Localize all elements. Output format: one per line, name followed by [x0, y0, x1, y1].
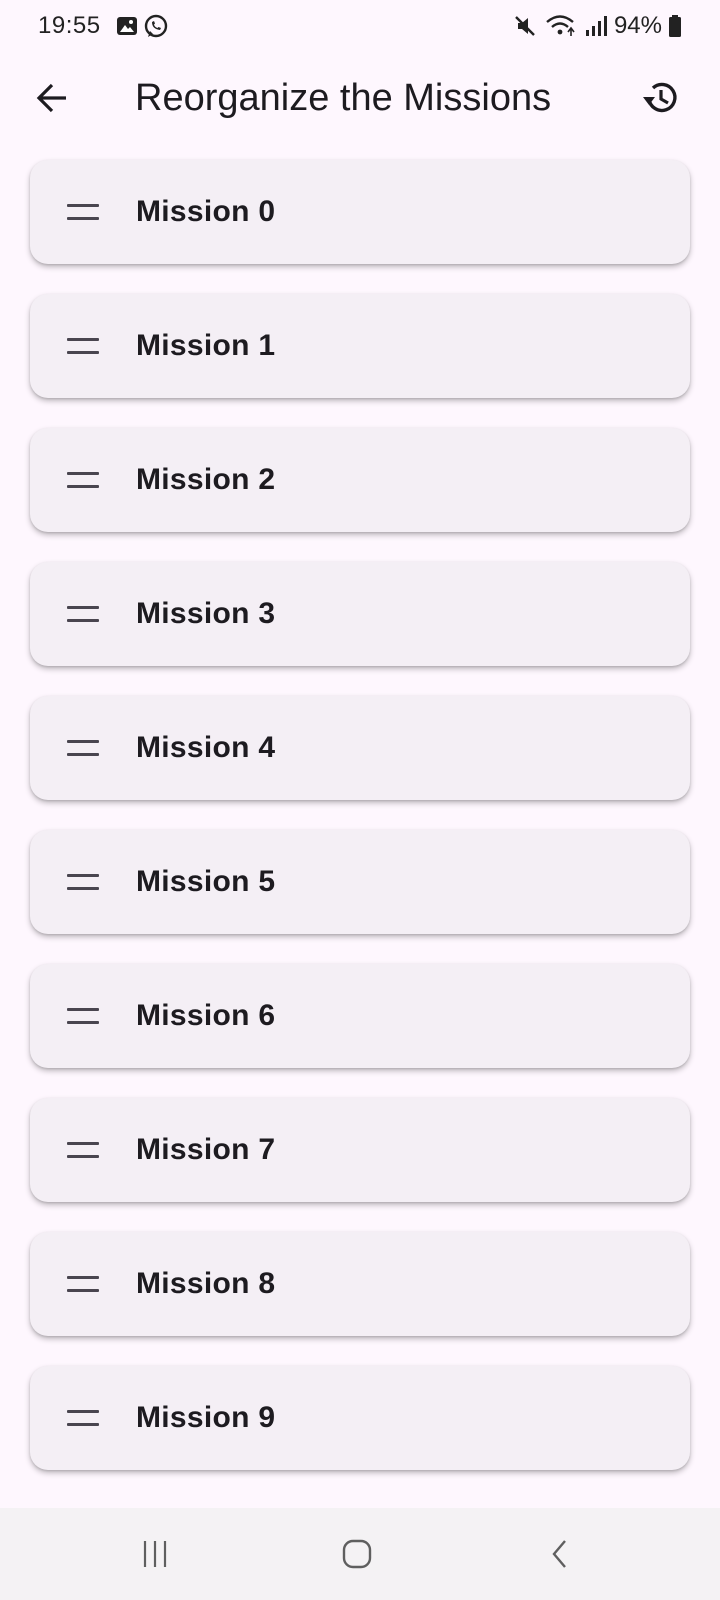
- page-title: Reorganize the Missions: [135, 77, 552, 119]
- mission-label: Mission 9: [136, 1401, 276, 1434]
- mission-label: Mission 7: [136, 1133, 276, 1166]
- nav-back-button[interactable]: [530, 1530, 590, 1578]
- mission-card[interactable]: Mission 4: [30, 696, 690, 800]
- drag-handle-icon[interactable]: [67, 740, 99, 756]
- drag-handle-icon[interactable]: [67, 1276, 99, 1292]
- system-nav-bar: [0, 1508, 720, 1600]
- home-button[interactable]: [327, 1530, 387, 1578]
- mission-label: Mission 3: [136, 597, 276, 630]
- mission-card[interactable]: Mission 8: [30, 1232, 690, 1336]
- drag-handle-icon[interactable]: [67, 472, 99, 488]
- recents-button[interactable]: [125, 1530, 185, 1578]
- mute-icon: [512, 13, 538, 39]
- drag-handle-icon[interactable]: [67, 1008, 99, 1024]
- mission-card[interactable]: Mission 6: [30, 964, 690, 1068]
- mission-label: Mission 2: [136, 463, 276, 496]
- status-time: 19:55: [38, 12, 101, 39]
- signal-icon: [584, 14, 608, 38]
- status-notification-icons: [115, 14, 169, 40]
- wifi-icon: [544, 13, 578, 39]
- mission-label: Mission 8: [136, 1267, 276, 1300]
- mission-card[interactable]: Mission 9: [30, 1366, 690, 1470]
- mission-list: Mission 0 Mission 1 Mission 2 Mission 3 …: [30, 160, 690, 1500]
- mission-card[interactable]: Mission 7: [30, 1098, 690, 1202]
- mission-label: Mission 4: [136, 731, 276, 764]
- mission-card[interactable]: Mission 3: [30, 562, 690, 666]
- back-icon: [549, 1538, 571, 1570]
- mission-card[interactable]: Mission 2: [30, 428, 690, 532]
- mission-card[interactable]: Mission 5: [30, 830, 690, 934]
- drag-handle-icon[interactable]: [67, 338, 99, 354]
- drag-handle-icon[interactable]: [67, 606, 99, 622]
- drag-handle-icon[interactable]: [67, 1410, 99, 1426]
- drag-handle-icon[interactable]: [67, 874, 99, 890]
- arrow-back-icon: [35, 81, 69, 115]
- history-button[interactable]: [636, 74, 684, 122]
- drag-handle-icon[interactable]: [67, 204, 99, 220]
- battery-icon: [668, 14, 682, 38]
- back-button[interactable]: [28, 74, 76, 122]
- drag-handle-icon[interactable]: [67, 1142, 99, 1158]
- mission-label: Mission 6: [136, 999, 276, 1032]
- recents-icon: [139, 1539, 171, 1569]
- status-system-icons: 94%: [512, 12, 682, 40]
- status-bar: 19:55 94%: [0, 0, 720, 56]
- gallery-icon: [115, 14, 139, 40]
- mission-card[interactable]: Mission 0: [30, 160, 690, 264]
- whatsapp-icon: [143, 14, 169, 40]
- history-icon: [640, 78, 680, 118]
- home-icon: [341, 1538, 373, 1570]
- mission-card[interactable]: Mission 1: [30, 294, 690, 398]
- mission-label: Mission 1: [136, 329, 276, 362]
- app-bar: Reorganize the Missions: [0, 60, 720, 136]
- mission-label: Mission 0: [136, 195, 276, 228]
- mission-label: Mission 5: [136, 865, 276, 898]
- battery-percent: 94%: [613, 12, 662, 39]
